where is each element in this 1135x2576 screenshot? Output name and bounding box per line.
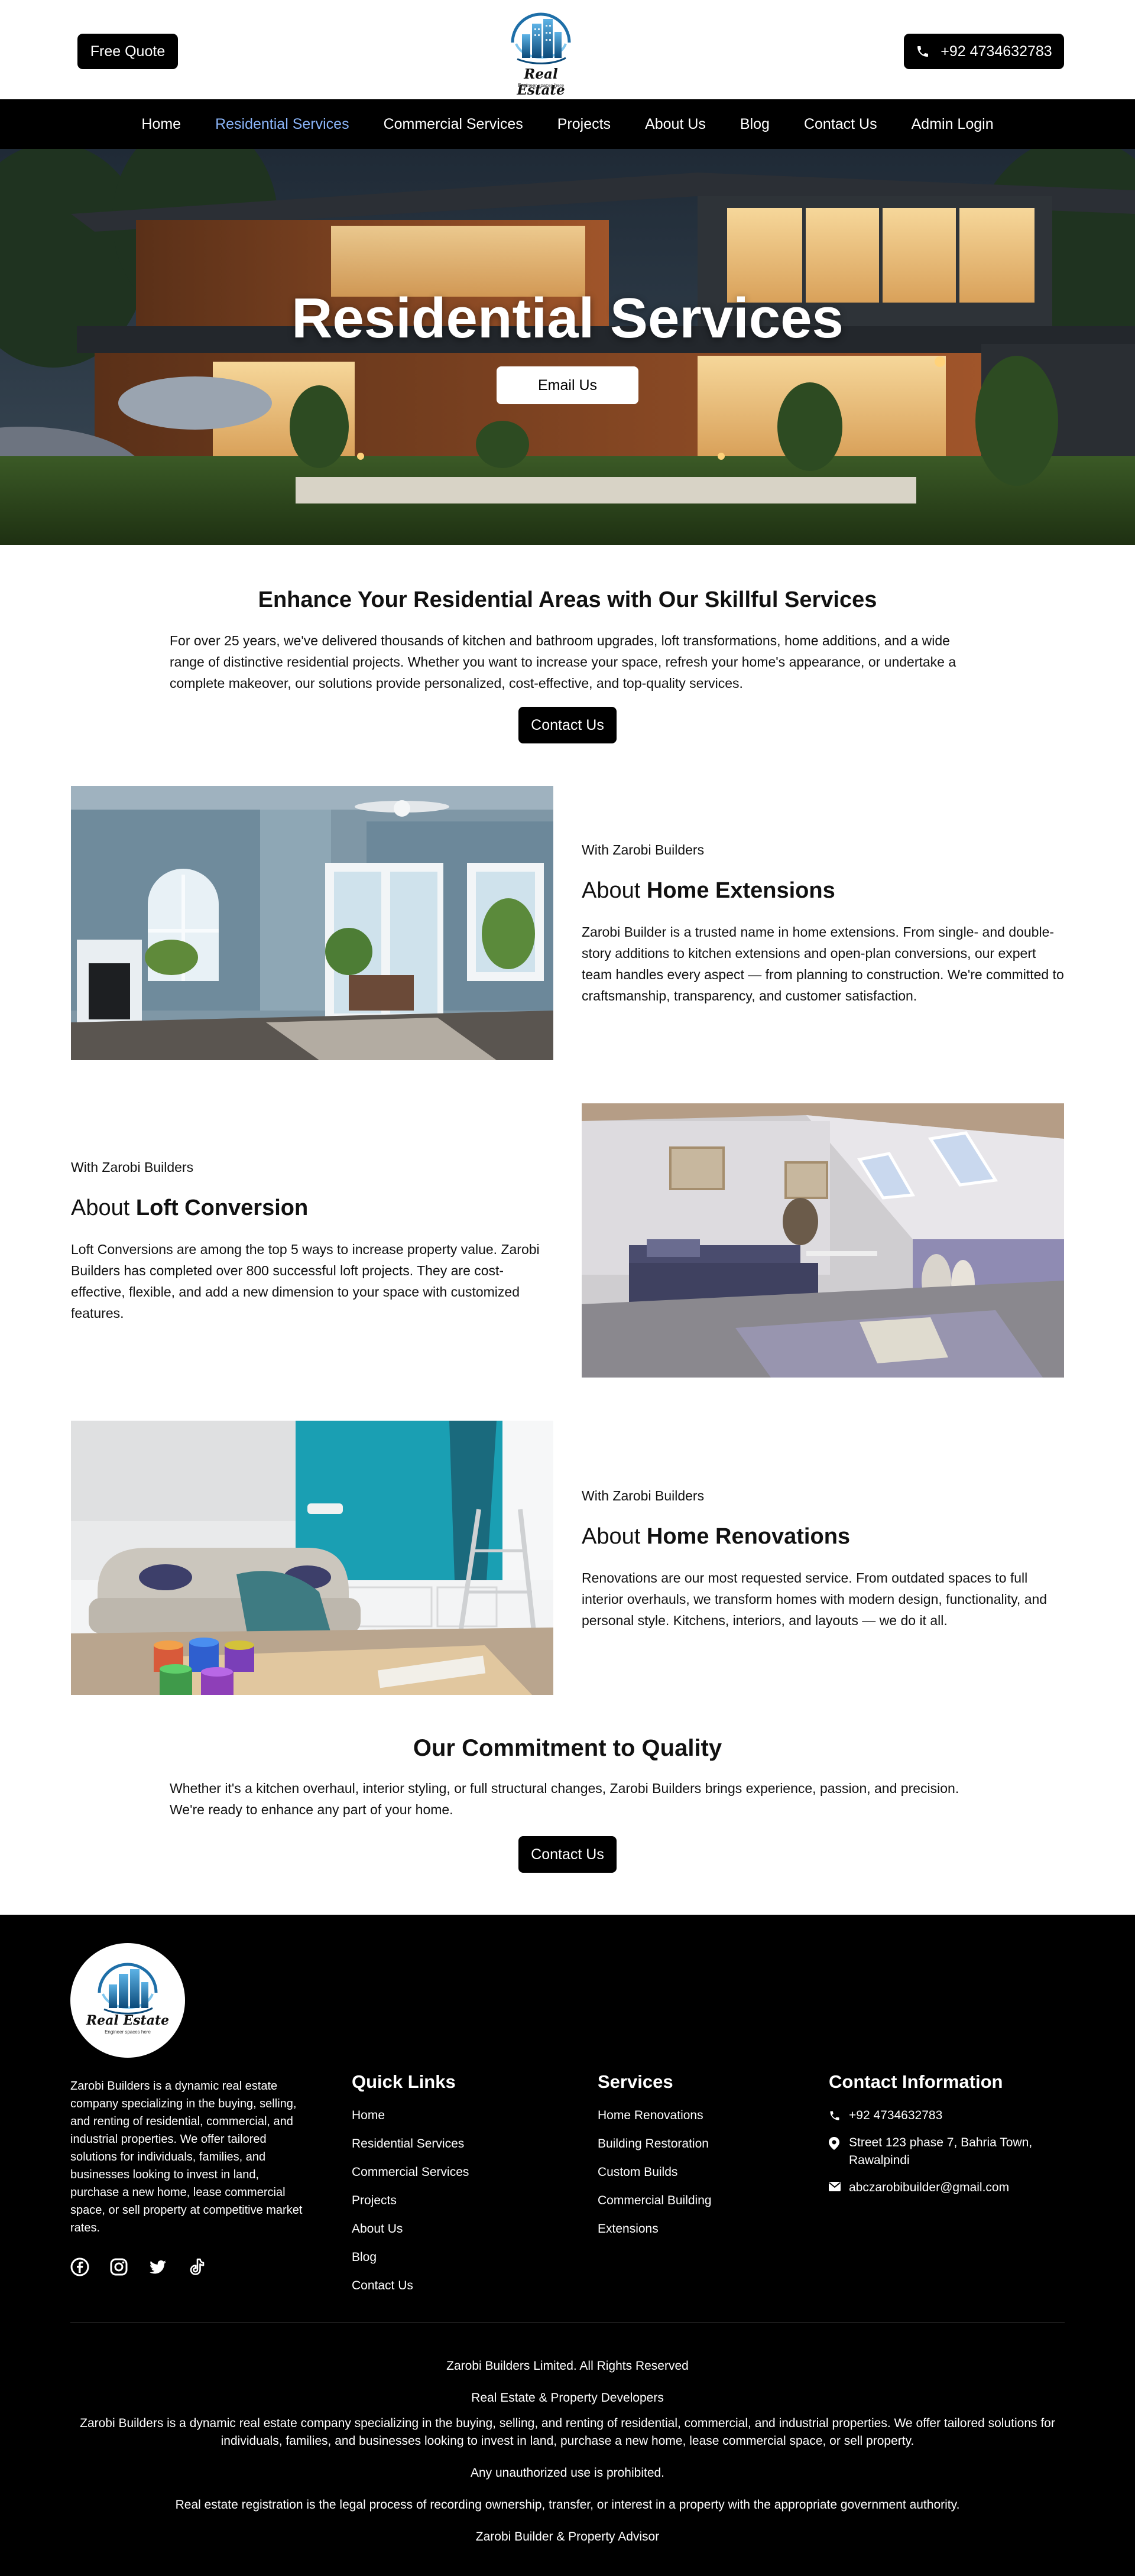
contact-address-row: Street 123 phase 7, Bahria Town, Rawalpi… bbox=[829, 2134, 1077, 2169]
nav-residential-services[interactable]: Residential Services bbox=[198, 116, 367, 133]
hero-title: Residential Services bbox=[291, 287, 844, 350]
footer-link-residential-services[interactable]: Residential Services bbox=[352, 2135, 529, 2164]
main-nav: Home Residential Services Commercial Ser… bbox=[0, 99, 1135, 149]
service-link-extensions[interactable]: Extensions bbox=[598, 2220, 775, 2249]
quick-links-column: Quick Links Home Residential Services Co… bbox=[352, 2071, 529, 2305]
service-link-building-restoration[interactable]: Building Restoration bbox=[598, 2135, 775, 2164]
free-quote-label: Free Quote bbox=[90, 43, 166, 60]
nav-admin-login[interactable]: Admin Login bbox=[894, 116, 1011, 133]
contact-email-row[interactable]: abczarobibuilder@gmail.com bbox=[829, 2179, 1077, 2197]
footer-about-text: Zarobi Builders is a dynamic real estate… bbox=[70, 2080, 303, 2234]
footer-signature: Zarobi Builder & Property Advisor bbox=[475, 2530, 660, 2543]
instagram-icon[interactable] bbox=[109, 2257, 128, 2276]
feature-body: Loft Conversions are among the top 5 way… bbox=[71, 1242, 540, 1321]
top-header: Free Quote Real Estate Engineer spaces h… bbox=[0, 0, 1135, 99]
footer-logo-wordmark: Real Estate bbox=[86, 2013, 170, 2028]
services-title: Services bbox=[598, 2071, 673, 2092]
logo-tagline: Engineer spaces here bbox=[518, 83, 564, 88]
service-link-home-renovations[interactable]: Home Renovations bbox=[598, 2107, 775, 2135]
hero-banner: Residential Services Email Us bbox=[0, 149, 1135, 545]
phone-icon bbox=[829, 2107, 842, 2125]
footer-link-blog[interactable]: Blog bbox=[352, 2249, 529, 2277]
social-links bbox=[70, 2257, 206, 2276]
commitment-heading-bold: Quality bbox=[641, 1735, 722, 1761]
twitter-icon[interactable] bbox=[148, 2257, 167, 2276]
phone-icon bbox=[916, 44, 930, 59]
registration-notice: Real estate registration is the legal pr… bbox=[175, 2498, 960, 2512]
services-column: Services Home Renovations Building Resto… bbox=[598, 2071, 775, 2249]
feature-title: About Home Renovations bbox=[582, 1524, 1064, 1550]
footer-link-about-us[interactable]: About Us bbox=[352, 2220, 529, 2249]
footer-logo-tagline: Engineer spaces here bbox=[105, 2029, 151, 2035]
nav-about-us[interactable]: About Us bbox=[628, 116, 723, 133]
feature-title-bold: Home Renovations bbox=[646, 1524, 851, 1549]
service-link-commercial-building[interactable]: Commercial Building bbox=[598, 2192, 775, 2220]
email-us-button[interactable]: Email Us bbox=[497, 366, 638, 404]
tiktok-icon[interactable] bbox=[187, 2257, 206, 2276]
site-footer: Real Estate Engineer spaces here Zarobi … bbox=[0, 1915, 1135, 2576]
nav-home[interactable]: Home bbox=[124, 116, 198, 133]
envelope-icon bbox=[829, 2179, 842, 2197]
nav-commercial-services[interactable]: Commercial Services bbox=[367, 116, 540, 133]
footer-logo[interactable]: Real Estate Engineer spaces here bbox=[70, 1943, 185, 2058]
contact-us-button[interactable]: Contact Us bbox=[518, 1836, 617, 1873]
phone-number: +92 4734632783 bbox=[941, 43, 1052, 60]
feature-title: About Home Extensions bbox=[582, 878, 1064, 904]
feature-subtitle: With Zarobi Builders bbox=[71, 1159, 194, 1175]
home-renovations-text: With Zarobi Builders About Home Renovati… bbox=[582, 1488, 1064, 1631]
feature-title-plain: About bbox=[582, 878, 647, 903]
site-logo[interactable]: Real Estate Engineer spaces here bbox=[500, 8, 582, 98]
feature-subtitle: With Zarobi Builders bbox=[582, 842, 705, 857]
usage-notice: Any unauthorized use is prohibited. bbox=[470, 2466, 665, 2480]
facebook-icon[interactable] bbox=[70, 2257, 89, 2276]
contact-phone-row[interactable]: +92 4734632783 bbox=[829, 2107, 1077, 2125]
loft-conversion-image bbox=[582, 1103, 1064, 1378]
feature-subtitle: With Zarobi Builders bbox=[582, 1488, 705, 1503]
feature-title-bold: Loft Conversion bbox=[135, 1196, 309, 1220]
tagline-text: Real Estate & Property Developers bbox=[471, 2391, 664, 2405]
contact-us-button[interactable]: Contact Us bbox=[518, 707, 617, 743]
nav-blog[interactable]: Blog bbox=[723, 116, 787, 133]
commitment-text: Whether it's a kitchen overhaul, interio… bbox=[170, 1781, 959, 1817]
feature-title-plain: About bbox=[582, 1524, 647, 1549]
feature-title-bold: Home Extensions bbox=[646, 878, 835, 903]
intro-heading-bold: Our Skillful Services bbox=[658, 587, 877, 612]
feature-title-plain: About bbox=[71, 1196, 136, 1220]
intro-text: For over 25 years, we've delivered thous… bbox=[170, 633, 956, 691]
feature-body: Zarobi Builder is a trusted name in home… bbox=[582, 924, 1064, 1003]
location-pin-icon bbox=[829, 2134, 842, 2169]
quick-links-title: Quick Links bbox=[352, 2071, 456, 2092]
nav-contact-us[interactable]: Contact Us bbox=[787, 116, 894, 133]
contact-info-title: Contact Information bbox=[829, 2071, 1003, 2092]
feature-body: Renovations are our most requested servi… bbox=[582, 1570, 1048, 1628]
nav-projects[interactable]: Projects bbox=[540, 116, 628, 133]
home-extension-image bbox=[71, 786, 553, 1060]
phone-button[interactable]: +92 4734632783 bbox=[904, 34, 1064, 69]
home-renovation-image bbox=[71, 1421, 553, 1695]
service-link-custom-builds[interactable]: Custom Builds bbox=[598, 2164, 775, 2192]
contact-address: Street 123 phase 7, Bahria Town, Rawalpi… bbox=[849, 2136, 1033, 2167]
footer-description: Zarobi Builders is a dynamic real estate… bbox=[80, 2416, 1055, 2448]
footer-link-home[interactable]: Home bbox=[352, 2107, 529, 2135]
commitment-heading-plain: Our Commitment to bbox=[413, 1735, 642, 1761]
intro-heading-plain: Enhance Your Residential Areas with bbox=[258, 587, 659, 612]
footer-link-commercial-services[interactable]: Commercial Services bbox=[352, 2164, 529, 2192]
free-quote-button[interactable]: Free Quote bbox=[77, 34, 178, 69]
contact-email: abczarobibuilder@gmail.com bbox=[849, 2181, 1010, 2194]
contact-phone: +92 4734632783 bbox=[849, 2109, 943, 2122]
contact-info-column: Contact Information +92 4734632783 Stree… bbox=[829, 2071, 1077, 2206]
home-extensions-text: With Zarobi Builders About Home Extensio… bbox=[582, 842, 1064, 1006]
feature-title: About Loft Conversion bbox=[71, 1196, 553, 1221]
copyright-text: Zarobi Builders Limited. All Rights Rese… bbox=[446, 2359, 689, 2373]
footer-link-contact-us[interactable]: Contact Us bbox=[352, 2277, 529, 2305]
loft-conversion-text: With Zarobi Builders About Loft Conversi… bbox=[71, 1159, 553, 1324]
intro-heading: Enhance Your Residential Areas with Our … bbox=[0, 587, 1135, 613]
commitment-heading: Our Commitment to Quality bbox=[0, 1735, 1135, 1762]
logo-wordmark: Real Estate bbox=[517, 66, 565, 98]
footer-link-projects[interactable]: Projects bbox=[352, 2192, 529, 2220]
